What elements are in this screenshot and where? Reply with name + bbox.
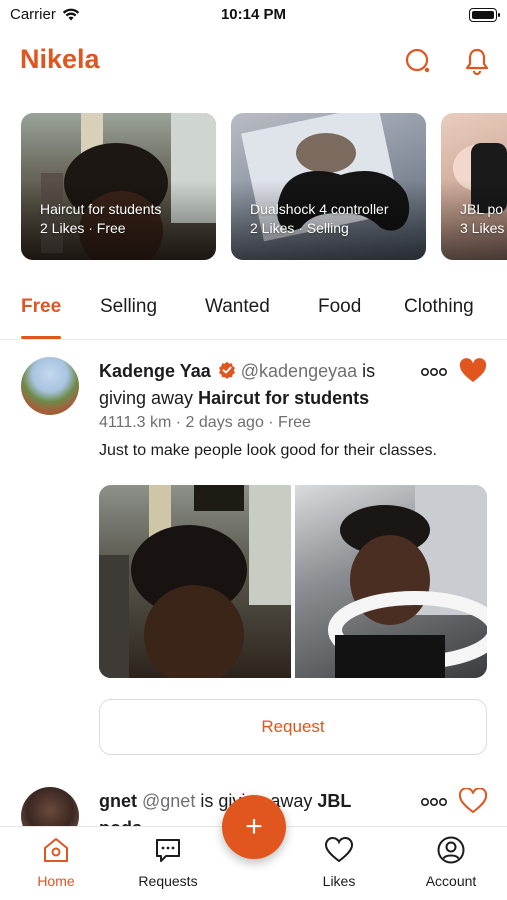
nav-label: Likes <box>322 873 356 889</box>
active-tab-indicator <box>21 336 61 339</box>
nav-account[interactable]: Account <box>406 835 496 889</box>
featured-card[interactable]: JBL po 3 Likes <box>441 113 507 260</box>
battery-icon <box>469 8 500 22</box>
heart-outline-icon[interactable] <box>459 788 487 814</box>
search-icon[interactable] <box>403 46 433 76</box>
post-photo[interactable] <box>295 485 487 678</box>
request-button[interactable]: Request <box>99 699 487 755</box>
nav-label: Home <box>37 873 75 889</box>
featured-card-title: Haircut for students <box>40 201 162 217</box>
featured-card-title: Dualshock 4 controller <box>250 201 389 217</box>
featured-card-subtitle: 3 Likes <box>460 220 505 236</box>
avatar[interactable] <box>21 357 79 415</box>
status-bar: Carrier 10:14 PM <box>0 0 507 30</box>
tab-selling[interactable]: Selling <box>100 296 157 318</box>
nav-likes[interactable]: Likes <box>294 835 384 889</box>
featured-card[interactable]: Haircut for students 2 Likes · Free <box>21 113 216 260</box>
tab-food[interactable]: Food <box>318 296 361 318</box>
chat-icon <box>156 839 180 862</box>
post-meta: 4111.3 km · 2 days ago · Free <box>99 414 311 431</box>
create-post-button[interactable]: + <box>222 795 286 859</box>
more-options-icon[interactable] <box>421 367 447 377</box>
poster-name[interactable]: gnet <box>99 791 137 811</box>
plus-icon: + <box>245 810 263 843</box>
item-title[interactable]: Haircut for students <box>198 388 369 408</box>
poster-handle[interactable]: @kadengeyaa <box>241 361 357 381</box>
category-tabs: Free Selling Wanted Food Clothing <box>0 290 507 340</box>
app-header: Nikela <box>0 38 507 82</box>
featured-card-title: JBL po <box>460 201 504 217</box>
heart-filled-icon[interactable] <box>459 358 487 384</box>
account-icon <box>437 836 465 864</box>
poster-name[interactable]: Kadenge Yaa <box>99 361 211 381</box>
heart-icon <box>324 837 354 863</box>
post-description: Just to make people look good for their … <box>99 442 437 459</box>
tab-wanted[interactable]: Wanted <box>205 296 270 318</box>
tab-clothing[interactable]: Clothing <box>404 296 474 318</box>
verified-badge-icon <box>218 361 235 379</box>
tab-free[interactable]: Free <box>21 296 61 318</box>
clock: 10:14 PM <box>220 6 287 23</box>
nav-home[interactable]: Home <box>11 835 101 889</box>
featured-card-subtitle: 2 Likes · Selling <box>250 220 349 236</box>
featured-carousel[interactable]: Haircut for students 2 Likes · Free Dual… <box>21 113 507 260</box>
post-photo[interactable] <box>99 485 291 678</box>
more-options-icon[interactable] <box>421 797 447 807</box>
featured-card-subtitle: 2 Likes · Free <box>40 220 126 236</box>
home-icon <box>44 838 68 862</box>
nav-label: Requests <box>138 873 198 889</box>
bell-icon[interactable] <box>462 46 492 76</box>
nav-label: Account <box>425 873 477 889</box>
post-image-gallery[interactable] <box>99 485 487 678</box>
poster-handle[interactable]: @gnet <box>142 791 195 811</box>
nav-requests[interactable]: Requests <box>123 835 213 889</box>
post-verb: is <box>362 361 376 381</box>
featured-card[interactable]: Dualshock 4 controller 2 Likes · Selling <box>231 113 426 260</box>
post-action: giving away <box>99 388 194 408</box>
app-title: Nikela <box>20 44 100 74</box>
item-title[interactable]: JBL <box>317 791 351 811</box>
